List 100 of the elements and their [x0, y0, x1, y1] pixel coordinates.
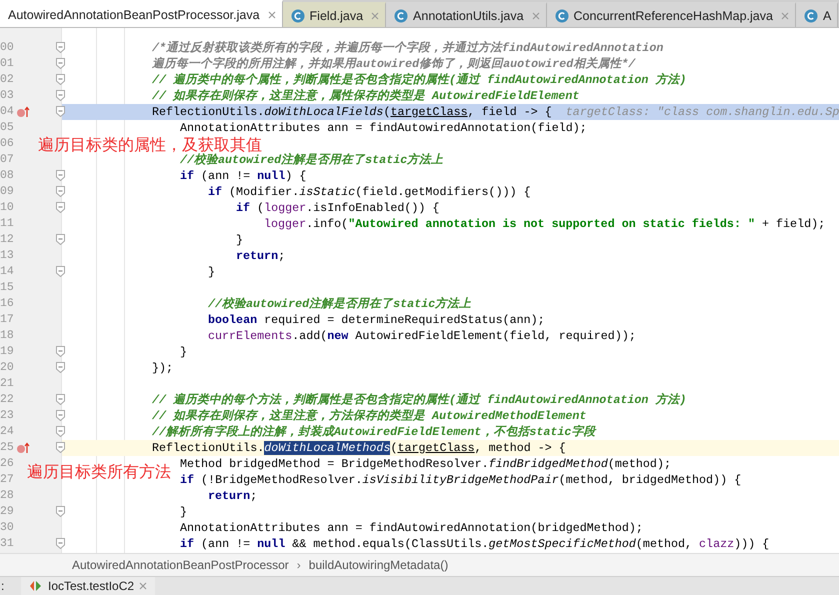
line-number: 02 [0, 73, 14, 86]
code-line: /*通过反射获取该类所有的字段，并遍历每一个字段，并通过方法findAutowiredAnnotation [152, 40, 664, 56]
file-tab[interactable]: ConcurrentReferenceHashMap.java [546, 2, 796, 27]
line-number: 25 [0, 441, 14, 454]
line-number: 19 [0, 345, 14, 358]
code-line: // 如果存在则保存，这里注意，属性保存的类型是 AutowiredFieldElement [152, 88, 580, 104]
line-number: 29 [0, 505, 14, 518]
class-icon [394, 8, 408, 22]
line-number: 04 [0, 105, 14, 118]
code-line: boolean required = determineRequiredStatus(ann); [208, 312, 545, 328]
line-number: 22 [0, 393, 14, 406]
code-line: // 如果存在则保存，这里注意，方法保存的类型是 AutowiredMethodElement [152, 408, 586, 424]
code-line: //校验autowired注解是否用在了static方法上 [208, 296, 472, 312]
line-number: 00 [0, 41, 14, 54]
fold-icon[interactable] [56, 394, 65, 405]
class-icon [290, 8, 305, 22]
close-icon[interactable] [371, 12, 380, 20]
fold-icon[interactable] [56, 266, 65, 277]
fold-icon[interactable] [56, 58, 65, 69]
code-line: if (ann != null && method.equals(ClassUtils.getMostSpecificMethod(method, clazz))) { [180, 536, 770, 552]
line-number: 16 [0, 297, 14, 310]
fold-icon[interactable] [56, 170, 65, 181]
file-tab[interactable]: AutowiredAnnotationBeanPostProcessor.java [0, 0, 283, 27]
code-line: logger.info("Autowired annotation is not supported on static fields: " + field); [264, 216, 826, 232]
code-line: return; [208, 488, 258, 504]
line-number: 31 [0, 537, 14, 550]
close-icon[interactable] [780, 12, 789, 20]
fold-icon[interactable] [56, 202, 65, 213]
code-line: ReflectionUtils.doWithLocalMethods(targetClass, method -> { [152, 440, 566, 456]
file-tab[interactable]: AnnotationUtils.java [386, 2, 547, 27]
line-number: 15 [0, 281, 14, 294]
fold-icon[interactable] [56, 426, 65, 437]
annotation-text: 遍历目标类的属性，及获取其值 [38, 136, 262, 154]
code-line: } [208, 264, 216, 280]
breadcrumb[interactable]: buildAutowiringMetadata() [308, 558, 448, 572]
code-line: return; [236, 248, 286, 264]
fold-icon[interactable] [56, 74, 65, 85]
line-number: 13 [0, 249, 14, 262]
code-line: currElements.add(new AutowiredFieldElement(field, required)); [208, 328, 636, 344]
fold-icon[interactable] [56, 106, 65, 117]
run-tab[interactable]: IocTest.testIoC2 [21, 577, 156, 595]
fold-icon[interactable] [56, 410, 65, 421]
code-line: } [180, 344, 188, 360]
close-icon[interactable] [532, 12, 540, 20]
breadcrumb[interactable]: AutowiredAnnotationBeanPostProcessor [72, 558, 289, 572]
fold-icon[interactable] [56, 506, 65, 517]
line-number: 05 [0, 121, 14, 134]
line-number: 17 [0, 313, 14, 326]
line-number: 27 [0, 473, 14, 486]
line-number: 28 [0, 489, 14, 502]
file-tab[interactable]: A [796, 2, 838, 27]
code-line: } [180, 504, 188, 520]
fold-icon[interactable] [56, 90, 65, 101]
line-number: 11 [0, 217, 14, 230]
fold-icon[interactable] [56, 42, 65, 53]
override-icon[interactable] [16, 442, 30, 454]
fold-icon[interactable] [56, 346, 65, 357]
fold-icon[interactable] [56, 234, 65, 245]
line-number: 07 [0, 153, 14, 166]
line-number: 06 [0, 137, 14, 150]
line-number: 18 [0, 329, 14, 342]
line-number: 08 [0, 169, 14, 182]
line-number: 23 [0, 409, 14, 422]
code-line: // 遍历类中的每个方法，判断属性是否包含指定的属性(通过 findAutowiredAnnotation 方法) [152, 392, 686, 408]
code-line: //解析所有字段上的注解，封装成AutowiredFieldElement，不包括static字段 [152, 424, 596, 440]
code-line: //校验autowired注解是否用在了static方法上 [180, 152, 444, 168]
fold-icon[interactable] [56, 362, 65, 373]
line-number: 14 [0, 265, 14, 278]
class-icon [804, 8, 818, 22]
line-number: 30 [0, 521, 14, 534]
code-line: ReflectionUtils.doWithLocalFields(targetClass, field -> { targetClass: "class com.shanglin.edu.Sp [152, 104, 839, 120]
code-line: if (ann != null) { [180, 168, 306, 184]
line-number: 20 [0, 361, 14, 374]
breadcrumb-separator: › [296, 558, 301, 572]
line-number: 24 [0, 425, 14, 438]
fold-icon[interactable] [56, 442, 65, 453]
close-icon[interactable] [139, 582, 148, 590]
line-number: 21 [0, 377, 14, 390]
override-icon[interactable] [16, 106, 30, 118]
fold-icon[interactable] [56, 186, 65, 197]
run-test-icon [29, 580, 43, 592]
line-number: 10 [0, 201, 14, 214]
file-tab[interactable]: Field.java [282, 2, 386, 27]
code-line: } [236, 232, 244, 248]
line-number: 01 [0, 57, 14, 70]
close-icon[interactable] [268, 10, 276, 18]
fold-icon[interactable] [56, 538, 65, 549]
code-line: }); [152, 360, 174, 376]
line-number: 09 [0, 185, 14, 198]
code-line: Method bridgedMethod = BridgeMethodResolver.findBridgedMethod(method); [180, 456, 671, 472]
line-number: 12 [0, 233, 14, 246]
code-line: AnnotationAttributes ann = findAutowiredAnnotation(bridgedMethod); [180, 520, 643, 536]
line-number: 03 [0, 89, 14, 102]
line-number: 26 [0, 457, 14, 470]
code-line: if (logger.isInfoEnabled()) { [236, 200, 440, 216]
code-line: 遍历每一个字段的所用注解，并如果用autowired修饰了，则返回auotowired相关属性*/ [152, 56, 636, 72]
code-line: AnnotationAttributes ann = findAutowiredAnnotation(field); [180, 120, 587, 136]
tool-window-number: : [0, 579, 6, 593]
code-line: if (!BridgeMethodResolver.isVisibilityBridgeMethodPair(method, bridgedMethod)) { [180, 472, 742, 488]
code-line: // 遍历类中的每个属性，判断属性是否包含指定的属性(通过 findAutowiredAnnotation 方法) [152, 72, 686, 88]
